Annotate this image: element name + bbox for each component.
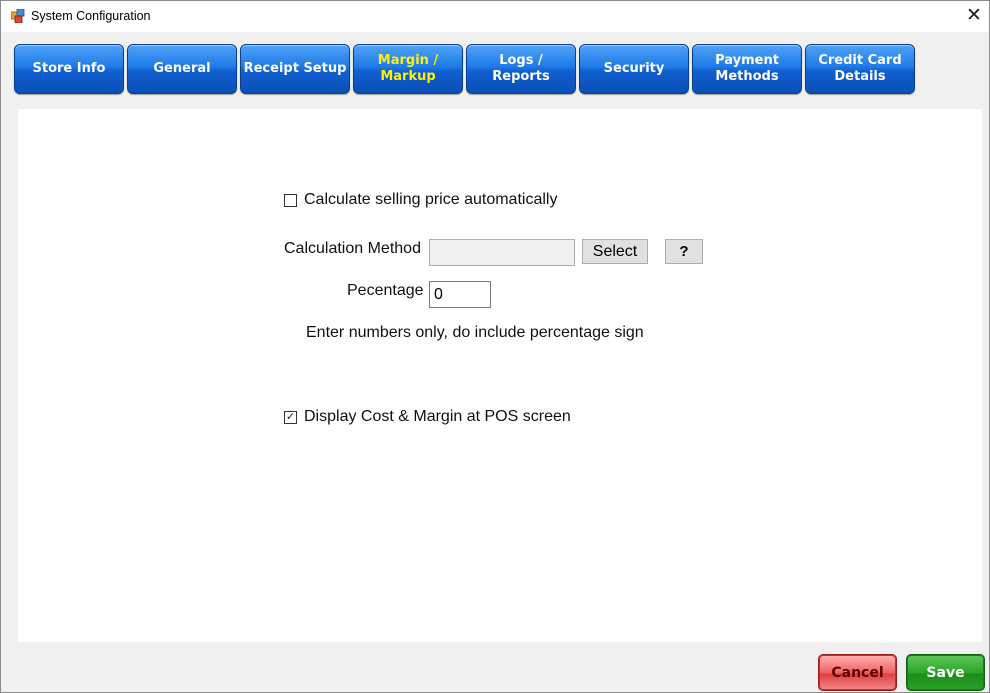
tab-security[interactable]: Security xyxy=(579,44,689,94)
tab-margin-markup[interactable]: Margin / Markup xyxy=(353,44,463,94)
tab-label: Logs / Reports xyxy=(492,53,550,84)
display-cost-label: Display Cost & Margin at POS screen xyxy=(304,408,571,425)
tab-receipt-setup[interactable]: Receipt Setup xyxy=(240,44,350,94)
select-button[interactable]: Select xyxy=(582,239,648,264)
tab-payment-methods[interactable]: Payment Methods xyxy=(692,44,802,94)
tab-label: Security xyxy=(603,61,665,76)
percentage-hint: Enter numbers only, do include percentag… xyxy=(306,324,644,341)
tab-label: Receipt Setup xyxy=(243,61,347,76)
display-cost-checkbox[interactable]: ✓ xyxy=(284,411,297,424)
tab-credit-card-details[interactable]: Credit Card Details xyxy=(805,44,915,94)
tab-label: Payment Methods xyxy=(715,53,779,84)
percentage-label: Pecentage xyxy=(347,282,424,299)
close-icon[interactable]: ✕ xyxy=(959,1,989,32)
auto-price-checkbox[interactable] xyxy=(284,194,297,207)
app-icon xyxy=(11,9,25,23)
tab-store-info[interactable]: Store Info xyxy=(14,44,124,94)
system-configuration-window: System Configuration ✕ Store Info Genera… xyxy=(0,0,990,693)
tab-label: Margin / Markup xyxy=(377,53,439,84)
calculation-method-field[interactable] xyxy=(429,239,575,266)
margin-markup-panel: Calculate selling price automatically Ca… xyxy=(18,109,982,642)
percentage-input[interactable] xyxy=(429,281,491,308)
calculation-method-label: Calculation Method xyxy=(284,240,421,257)
window-title: System Configuration xyxy=(31,9,151,23)
cancel-button[interactable]: Cancel xyxy=(818,654,897,691)
tab-label: Credit Card Details xyxy=(818,53,902,84)
tab-logs-reports[interactable]: Logs / Reports xyxy=(466,44,576,94)
help-button[interactable]: ? xyxy=(665,239,703,264)
save-button[interactable]: Save xyxy=(906,654,985,691)
title-bar: System Configuration ✕ xyxy=(1,1,989,32)
tab-label: Store Info xyxy=(32,61,106,76)
auto-price-label: Calculate selling price automatically xyxy=(304,191,558,208)
tab-label: General xyxy=(153,61,211,76)
tab-general[interactable]: General xyxy=(127,44,237,94)
